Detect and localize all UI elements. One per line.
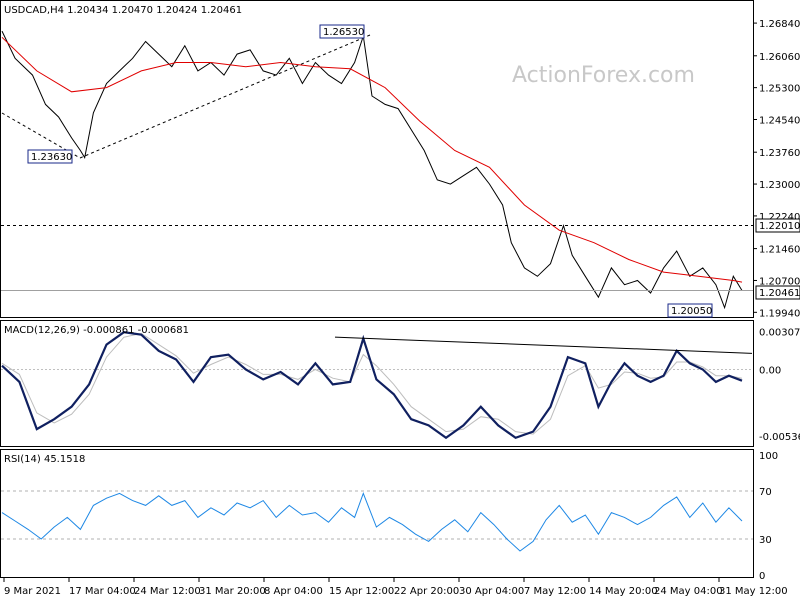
price-panel	[0, 0, 754, 318]
rsi-panel	[0, 449, 754, 578]
macd-tick-label: 0.003072	[759, 327, 800, 338]
rsi-title: RSI(14) 45.1518	[4, 454, 85, 465]
annotation-high: 1.26530	[323, 27, 364, 38]
price-tick-label: 1.21460	[759, 245, 800, 256]
price-tick-label: 1.23000	[759, 180, 800, 191]
rsi-tick-label: 0	[759, 571, 765, 582]
price-tick-label: 1.19940	[759, 308, 800, 319]
x-tick-label: 24 May 04:00	[654, 586, 723, 597]
macd-title: MACD(12,26,9) -0.000861 -0.000681	[4, 325, 189, 336]
x-tick-label: 7 May 12:00	[524, 586, 586, 597]
annotation-low: 1.23630	[31, 152, 72, 163]
rsi-axis: 100 70 30 0	[759, 451, 778, 582]
macd-axis: 0.003072 0.00 -0.005369	[759, 327, 800, 443]
annotation-bottom: 1.20050	[671, 306, 712, 317]
x-tick-label: 17 Mar 04:00	[69, 586, 136, 597]
price-title-text: USDCAD,H4 1.20434 1.20470 1.20424 1.2046…	[4, 5, 242, 16]
price-axis: 1.26840 1.26060 1.25300 1.24540 1.23760 1.230…	[753, 19, 800, 319]
x-tick-label: 24 Mar 12:00	[134, 586, 201, 597]
macd-tick-label: -0.005369	[759, 432, 800, 443]
x-tick-label: 15 Apr 12:00	[329, 586, 394, 597]
x-tick-label: 14 May 20:00	[589, 586, 658, 597]
x-tick-label: 8 Apr 04:00	[264, 586, 323, 597]
price-tick-label: 1.23760	[759, 148, 800, 159]
x-tick-label: 22 Apr 20:00	[394, 586, 459, 597]
chart-root: ActionForex.com 1.23630 1.26530 1.20050 …	[0, 0, 800, 597]
price-tick-label: 1.26840	[759, 19, 800, 30]
price-tick-label: 1.24540	[759, 116, 800, 127]
watermark: ActionForex.com	[512, 63, 695, 88]
x-tick-label: 31 May 12:00	[719, 586, 788, 597]
rsi-tick-label: 70	[759, 487, 772, 498]
time-axis: 9 Mar 2021 17 Mar 04:0024 Mar 12:0031 Mar…	[3, 578, 788, 597]
level-label: 1.22010	[759, 221, 800, 232]
price-tick-label: 1.26060	[759, 52, 800, 63]
x-tick-label: 30 Apr 04:00	[459, 586, 524, 597]
x-tick-label: 31 Mar 20:00	[199, 586, 266, 597]
rsi-tick-label: 100	[759, 451, 778, 462]
rsi-tick-label: 30	[759, 535, 772, 546]
price-title: USDCAD,H4 1.20434 1.20470 1.20424 1.2046…	[4, 5, 242, 16]
last-price-label: 1.20461	[759, 288, 800, 299]
price-tick-label: 1.25300	[759, 84, 800, 95]
x-tick-label: 9 Mar 2021	[4, 586, 61, 597]
macd-tick-label: 0.00	[759, 365, 781, 376]
